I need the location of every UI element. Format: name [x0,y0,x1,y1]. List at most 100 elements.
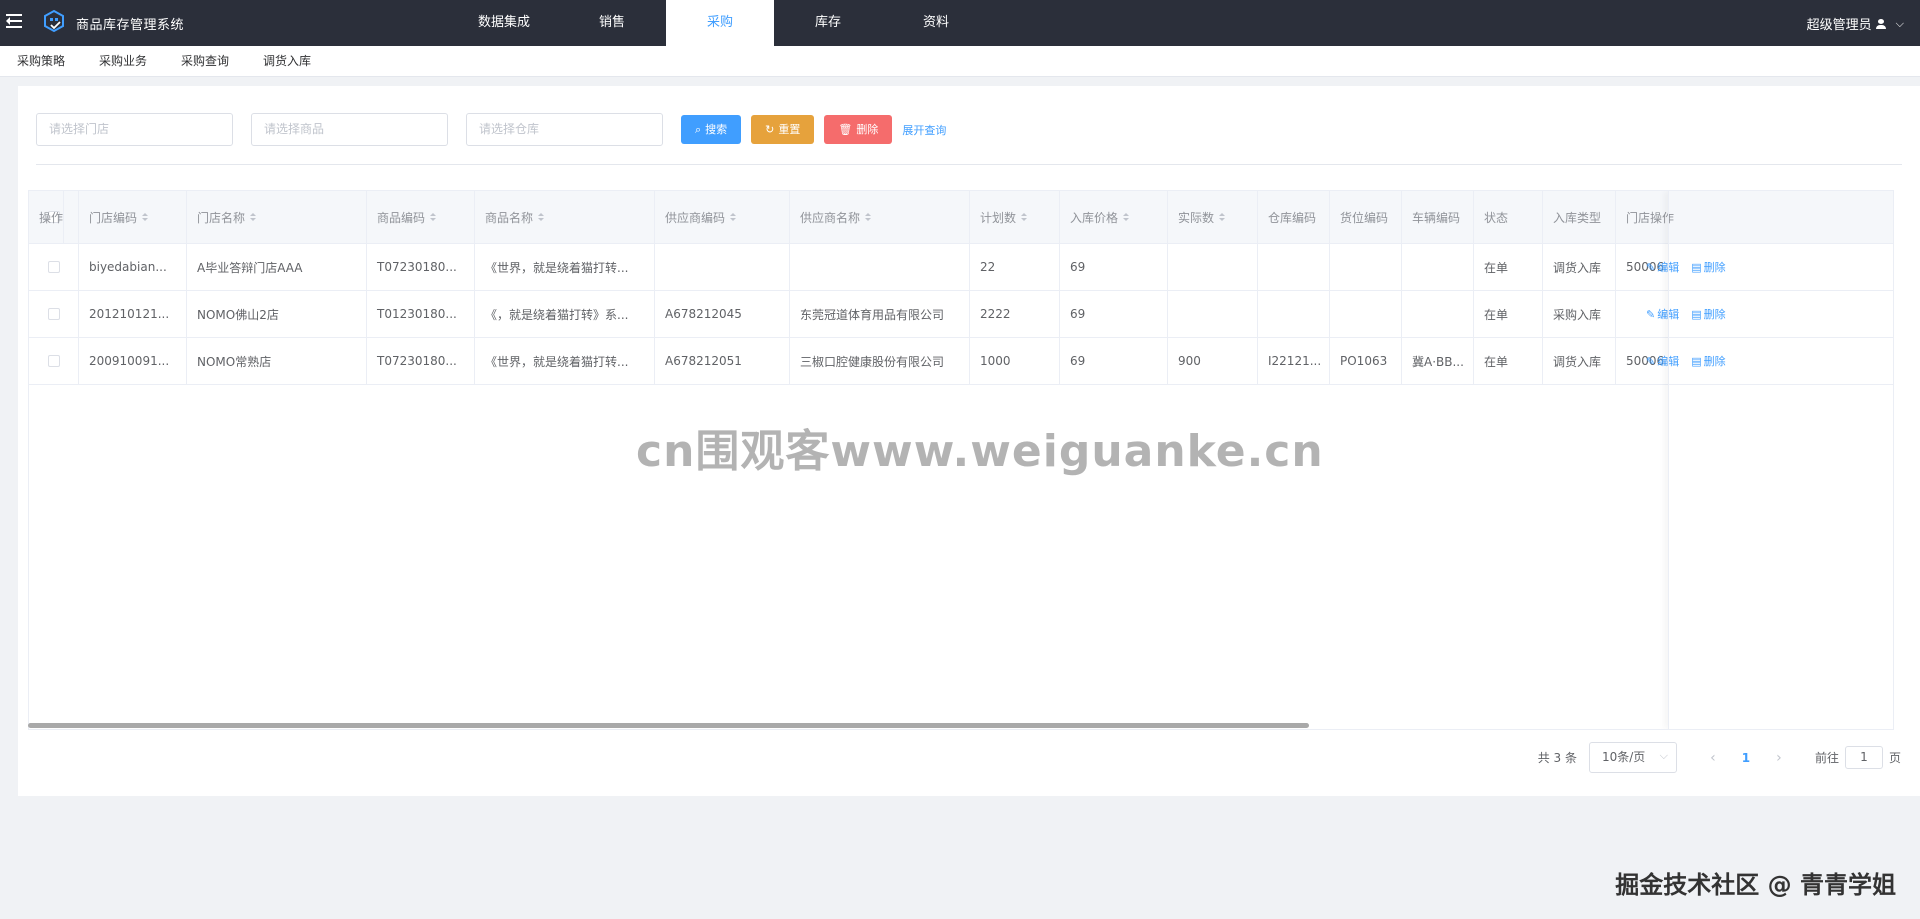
edit-label: 编辑 [1657,308,1680,321]
subnav-purchase-query[interactable]: 采购查询 [164,46,246,76]
row-checkbox-cell [29,291,79,337]
header-product-name[interactable]: 商品名称 [475,191,655,243]
cell-store-code: 200910091... [79,338,187,384]
delete-link[interactable]: ▤ 删除 [1691,306,1725,322]
header-supplier-code[interactable]: 供应商编码 [655,191,790,243]
cell-status: 在单 [1474,338,1543,384]
header-in-price[interactable]: 入库价格 [1060,191,1168,243]
tab-purchase[interactable]: 采购 [666,0,774,46]
user-icon [1875,18,1886,29]
table-row: 201210121... NOMO佛山2店 T01230180... 《，就是绕着猫打… [29,291,1893,338]
delete-link[interactable]: ▤ 删除 [1691,353,1725,369]
goto-label: 前往 [1814,751,1839,765]
cell-location-code [1330,291,1402,337]
pagination: 共 3 条 10条/页 ‹ 1 › 前往 1 页 [1537,741,1901,773]
tab-resources[interactable]: 资料 [882,0,990,46]
header-supplier-name[interactable]: 供应商名称 [790,191,970,243]
app-logo-icon [44,9,64,33]
sort-caret-icon[interactable] [730,213,737,221]
top-nav-tabs: 数据集成 销售 采购 库存 资料 [450,0,990,46]
sort-caret-icon[interactable] [1123,213,1130,221]
store-select[interactable]: 请选择门店 [36,113,233,146]
subnav-transfer-in[interactable]: 调货入库 [246,46,328,76]
page-suffix: 页 [1888,751,1901,765]
delete-button[interactable]: 🗑 删除 [824,115,893,144]
next-page-icon[interactable]: › [1765,750,1793,766]
filter-divider [36,164,1902,165]
edit-link[interactable]: ✎ 编辑 [1646,306,1679,322]
header-label: 门店编码 [89,210,138,225]
subnav-purchase-business[interactable]: 采购业务 [82,46,164,76]
cell-status: 在单 [1474,291,1543,337]
header-store-op: 门店操作 [1616,191,1893,243]
tab-data-integration[interactable]: 数据集成 [450,0,558,46]
sort-caret-icon[interactable] [250,213,257,221]
header-store-code[interactable]: 门店编码 [79,191,187,243]
page-number[interactable]: 1 [1731,751,1761,765]
header-product-code[interactable]: 商品编码 [367,191,475,243]
header-label: 商品编码 [377,210,426,225]
tab-inventory[interactable]: 库存 [774,0,882,46]
cell-location-code: PO1063 [1330,338,1402,384]
row-checkbox[interactable] [47,355,60,367]
subnav-purchase-strategy[interactable]: 采购策略 [0,46,82,76]
sort-caret-icon[interactable] [1219,213,1226,221]
sort-caret-icon[interactable] [538,213,545,221]
product-select[interactable]: 请选择商品 [251,113,448,146]
page-size-select[interactable]: 10条/页 [1588,741,1677,773]
cell-location-code [1330,244,1402,290]
edit-link[interactable]: ✎ 编辑 [1646,259,1679,275]
cell-in-price: 69 [1060,244,1168,290]
cell-supplier-code [655,244,790,290]
sort-caret-icon[interactable] [430,213,437,221]
header-label: 供应商编码 [665,210,726,225]
cell-operation: ✎ 编辑 ▤ 删除 [1616,338,1893,384]
search-button-label: 搜索 [705,123,728,136]
cell-vehicle-code [1402,291,1474,337]
cell-store-name: A毕业答辩门店AAA [187,244,367,290]
expand-query-link[interactable]: 展开查询 [902,122,946,138]
user-menu[interactable]: 超级管理员 ⌵ [1807,14,1904,34]
header-store-name[interactable]: 门店名称 [187,191,367,243]
row-checkbox[interactable] [47,261,60,273]
edit-icon: ✎ [1646,260,1656,274]
edit-link[interactable]: ✎ 编辑 [1646,353,1679,369]
table-row: biyedabian... A毕业答辩门店AAA T07230180... 《世界，就… [29,244,1893,291]
horizontal-scrollbar[interactable] [28,723,1309,728]
cell-in-price: 69 [1060,338,1168,384]
cell-product-code: T07230180... [367,338,475,384]
sort-caret-icon[interactable] [1021,213,1028,221]
header-label: 车辆编码 [1412,210,1461,225]
cell-operation: ✎ 编辑 ▤ 删除 [1616,244,1893,290]
warehouse-select[interactable]: 请选择仓库 [466,113,663,146]
header-label: 实际数 [1178,210,1215,225]
edit-icon: ✎ [1646,354,1656,368]
document-icon: ▤ [1691,260,1702,274]
cell-actual-qty: 900 [1168,338,1258,384]
sort-caret-icon[interactable] [865,213,872,221]
header-plan-qty[interactable]: 计划数 [970,191,1060,243]
filter-bar: 请选择门店 请选择商品 请选择仓库 ⌕ 搜索 ↻ 重置 🗑 删除 展开查询 [36,113,946,146]
goto-page-input[interactable]: 1 [1844,746,1883,769]
row-checkbox[interactable] [47,308,60,320]
cell-in-type: 调货入库 [1543,244,1616,290]
prev-page-icon[interactable]: ‹ [1699,750,1727,766]
search-button[interactable]: ⌕ 搜索 [681,115,742,144]
header-location-code: 货位编码 [1330,191,1402,243]
header-label: 状态 [1484,210,1509,225]
tab-sales[interactable]: 销售 [558,0,666,46]
delete-link[interactable]: ▤ 删除 [1691,259,1725,275]
header-actual-qty[interactable]: 实际数 [1168,191,1258,243]
reset-button[interactable]: ↻ 重置 [751,115,815,144]
header-label: 仓库编码 [1268,210,1317,225]
menu-toggle-icon[interactable] [6,12,24,30]
header-label: 操作 [39,210,64,225]
chevron-down-icon: ⌵ [1895,16,1904,30]
header-label: 入库类型 [1553,210,1602,225]
sort-caret-icon[interactable] [142,213,149,221]
header-status: 状态 [1474,191,1543,243]
cell-store-code: biyedabian... [79,244,187,290]
reset-button-label: 重置 [778,123,801,136]
cell-supplier-name: 三椒口腔健康股份有限公司 [790,338,970,384]
total-count: 共 3 条 [1537,751,1577,765]
